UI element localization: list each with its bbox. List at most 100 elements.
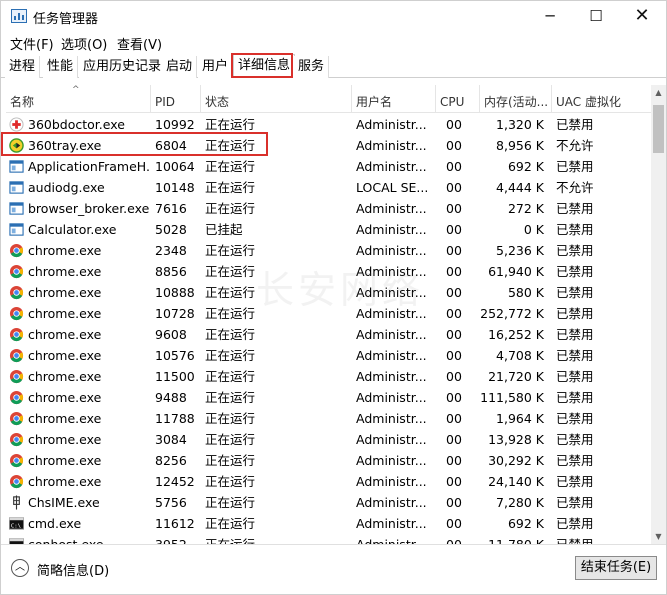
cell-pid: 5756 xyxy=(155,495,187,510)
cell-name: chrome.exe xyxy=(28,306,102,321)
tab-processes[interactable]: 进程 xyxy=(5,56,41,78)
cell-status: 正在运行 xyxy=(205,180,256,195)
process-row[interactable]: chrome.exe 11500 正在运行 Administr... 00 21,720 … xyxy=(6,366,651,387)
cell-user: Administr... xyxy=(356,201,427,216)
column-header-memory[interactable]: 内存(活动... xyxy=(480,85,552,113)
process-row[interactable]: chrome.exe 12452 正在运行 Administr... 00 24,140 … xyxy=(6,471,651,492)
cell-user: Administr... xyxy=(356,516,427,531)
menu-bar: 文件(F) 选项(O) 查看(V) xyxy=(1,32,666,53)
cell-memory: 16,252 K xyxy=(488,327,544,342)
process-row[interactable]: chrome.exe 10728 正在运行 Administr... 00 252,772… xyxy=(6,303,651,324)
cell-memory: 1,320 K xyxy=(496,117,544,132)
table-header: ^ 名称 PID 状态 用户名 CPU 内存(活动... UAC 虚拟化 xyxy=(6,85,651,113)
cell-status: 正在运行 xyxy=(205,138,256,153)
menu-options[interactable]: 选项(O) xyxy=(61,34,107,53)
scroll-up-icon[interactable]: ▲ xyxy=(651,85,666,100)
process-row[interactable]: C:\conhost.exe3952正在运行Administr...0011,7… xyxy=(6,534,651,544)
cell-user: Administr... xyxy=(356,432,427,447)
brief-info-link[interactable]: 简略信息(D) xyxy=(37,560,109,579)
tab-performance[interactable]: 性能 xyxy=(43,56,79,78)
cell-memory: 692 K xyxy=(507,159,544,174)
scroll-down-icon[interactable]: ▼ xyxy=(651,529,666,544)
cell-name: chrome.exe xyxy=(28,264,102,279)
cell-status: 正在运行 xyxy=(205,264,256,279)
process-row[interactable]: 360tray.exe 6804 正在运行 Administr... 00 8,956 K… xyxy=(6,135,651,156)
cell-user: Administr... xyxy=(356,264,427,279)
cell-user: Administr... xyxy=(356,411,427,426)
cell-user: Administr... xyxy=(356,285,427,300)
scroll-thumb[interactable] xyxy=(653,105,664,153)
cell-status: 正在运行 xyxy=(205,432,256,447)
process-row[interactable]: ChsIME.exe 5756 正在运行 Administr... 00 7,280 K 已… xyxy=(6,492,651,513)
process-row[interactable]: chrome.exe 2348 正在运行 Administr... 00 5,236 K 已… xyxy=(6,240,651,261)
column-header-cpu[interactable]: CPU xyxy=(436,85,480,113)
cell-name: chrome.exe xyxy=(28,411,102,426)
cell-status: 正在运行 xyxy=(205,117,256,132)
cell-name: chrome.exe xyxy=(28,432,102,447)
process-row[interactable]: C:\ cmd.exe 11612 正在运行 Administr... 00 692 K 已禁… xyxy=(6,513,651,534)
cell-memory: 4,708 K xyxy=(496,348,544,363)
process-row[interactable]: chrome.exe 8856 正在运行 Administr... 00 61,940 K… xyxy=(6,261,651,282)
process-row[interactable]: Calculator.exe 5028 已挂起 Administr... 00 0 K 已禁… xyxy=(6,219,651,240)
column-header-uac[interactable]: UAC 虚拟化 xyxy=(552,85,651,113)
process-row[interactable]: chrome.exe 10888 正在运行 Administr... 00 580 K 已禁… xyxy=(6,282,651,303)
cell-pid: 11788 xyxy=(155,411,195,426)
vertical-scrollbar[interactable]: ▲ ▼ xyxy=(651,85,666,544)
process-row[interactable]: chrome.exe 9608 正在运行 Administr... 00 16,252 K… xyxy=(6,324,651,345)
cell-memory: 4,444 K xyxy=(496,180,544,195)
cell-uac: 已禁用 xyxy=(556,411,594,426)
menu-view[interactable]: 查看(V) xyxy=(117,34,162,53)
cell-pid: 10064 xyxy=(155,159,195,174)
tab-startup[interactable]: 启动 xyxy=(162,56,198,78)
cell-status: 正在运行 xyxy=(201,534,352,544)
cell-memory: 7,280 K xyxy=(496,495,544,510)
process-row[interactable]: ApplicationFrameH... 10064 正在运行 Administr..… xyxy=(6,156,651,177)
tab-users[interactable]: 用户 xyxy=(198,56,234,78)
process-row[interactable]: browser_broker.exe 7616 正在运行 Administr... 00… xyxy=(6,198,651,219)
cell-name: chrome.exe xyxy=(28,243,102,258)
task-manager-icon xyxy=(11,9,27,23)
close-button[interactable]: ✕ xyxy=(619,1,665,31)
process-row[interactable]: 360bdoctor.exe 10992 正在运行 Administr... 00 1,3… xyxy=(6,114,651,135)
cell-user: Administr... xyxy=(356,117,427,132)
maximize-button[interactable]: ☐ xyxy=(573,1,619,31)
process-row[interactable]: chrome.exe 3084 正在运行 Administr... 00 13,928 K… xyxy=(6,429,651,450)
column-header-status[interactable]: 状态 xyxy=(201,85,352,113)
process-row[interactable]: chrome.exe 10576 正在运行 Administr... 00 4,708 K… xyxy=(6,345,651,366)
tab-bar: 进程 性能 应用历史记录 启动 用户 详细信息 服务 xyxy=(1,54,666,78)
cell-cpu: 00 xyxy=(446,306,462,321)
minimize-button[interactable]: ─ xyxy=(527,1,573,31)
process-row[interactable]: chrome.exe 11788 正在运行 Administr... 00 1,964 K… xyxy=(6,408,651,429)
cell-pid: 2348 xyxy=(155,243,187,258)
column-header-user[interactable]: 用户名 xyxy=(352,85,436,113)
cell-uac: 已禁用 xyxy=(556,201,594,216)
tab-details[interactable]: 详细信息 xyxy=(233,54,296,78)
cell-memory: 252,772 K xyxy=(480,306,544,321)
cell-user: Administr... xyxy=(356,243,427,258)
cell-uac: 已禁用 xyxy=(556,432,594,447)
cell-status: 正在运行 xyxy=(205,411,256,426)
cell-user: Administr... xyxy=(356,474,427,489)
cell-name: chrome.exe xyxy=(28,285,102,300)
cell-status: 正在运行 xyxy=(205,243,256,258)
column-header-pid[interactable]: PID xyxy=(151,85,201,113)
process-row[interactable]: chrome.exe 9488 正在运行 Administr... 00 111,580 … xyxy=(6,387,651,408)
process-row[interactable]: chrome.exe 8256 正在运行 Administr... 00 30,292 K… xyxy=(6,450,651,471)
tab-app-history[interactable]: 应用历史记录 xyxy=(79,56,167,78)
column-header-name[interactable]: 名称 xyxy=(6,85,151,113)
end-task-button[interactable]: 结束任务(E) xyxy=(575,556,657,580)
cell-pid: 11500 xyxy=(155,369,195,384)
cell-uac: 已禁用 xyxy=(556,327,594,342)
cell-cpu: 00 xyxy=(446,411,462,426)
cell-status: 正在运行 xyxy=(205,306,256,321)
cell-pid: 12452 xyxy=(155,474,195,489)
collapse-up-icon[interactable]: ︿ xyxy=(11,559,29,577)
cell-pid: 5028 xyxy=(155,222,187,237)
cell-memory: 13,928 K xyxy=(488,432,544,447)
process-row[interactable]: audiodg.exe 10148 正在运行 LOCAL SE... 00 4,444 K… xyxy=(6,177,651,198)
cell-status: 正在运行 xyxy=(205,474,256,489)
menu-file[interactable]: 文件(F) xyxy=(10,34,54,53)
cell-uac: 已禁用 xyxy=(556,159,594,174)
tab-services[interactable]: 服务 xyxy=(294,56,330,78)
cell-user: Administr... xyxy=(352,534,436,544)
